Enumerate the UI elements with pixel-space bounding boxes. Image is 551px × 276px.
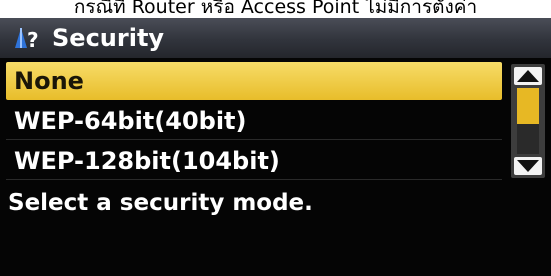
list-scrollbar[interactable]	[511, 64, 545, 178]
security-mode-list: None WEP-64bit(40bit) WEP-128bit(104bit)	[6, 62, 502, 180]
arrow-up-icon	[517, 70, 539, 82]
page-title: Security	[52, 24, 165, 52]
security-option-wep-64bit[interactable]: WEP-64bit(40bit)	[6, 102, 502, 140]
arrow-down-icon	[517, 160, 539, 172]
scroll-down-button[interactable]	[514, 157, 542, 175]
security-option-label: WEP-128bit(104bit)	[14, 147, 280, 175]
security-option-label: None	[14, 67, 84, 95]
wireless-settings-icon: ?	[15, 28, 39, 52]
security-option-none[interactable]: None	[6, 62, 502, 100]
security-option-wep-128bit[interactable]: WEP-128bit(104bit)	[6, 142, 502, 180]
title-bar: ? Security	[0, 18, 551, 58]
scroll-up-button[interactable]	[514, 67, 542, 85]
printer-lcd-screen: ? Security None WEP-64bit(40bit) WEP-128…	[0, 18, 551, 276]
instruction-message: Select a security mode.	[8, 190, 313, 216]
svg-text:?: ?	[27, 28, 39, 52]
scroll-thumb[interactable]	[517, 88, 539, 124]
security-option-label: WEP-64bit(40bit)	[14, 107, 247, 135]
photo-frame: กรณีที่ Router หรือ Access Point ไม่มีกา…	[0, 0, 551, 276]
